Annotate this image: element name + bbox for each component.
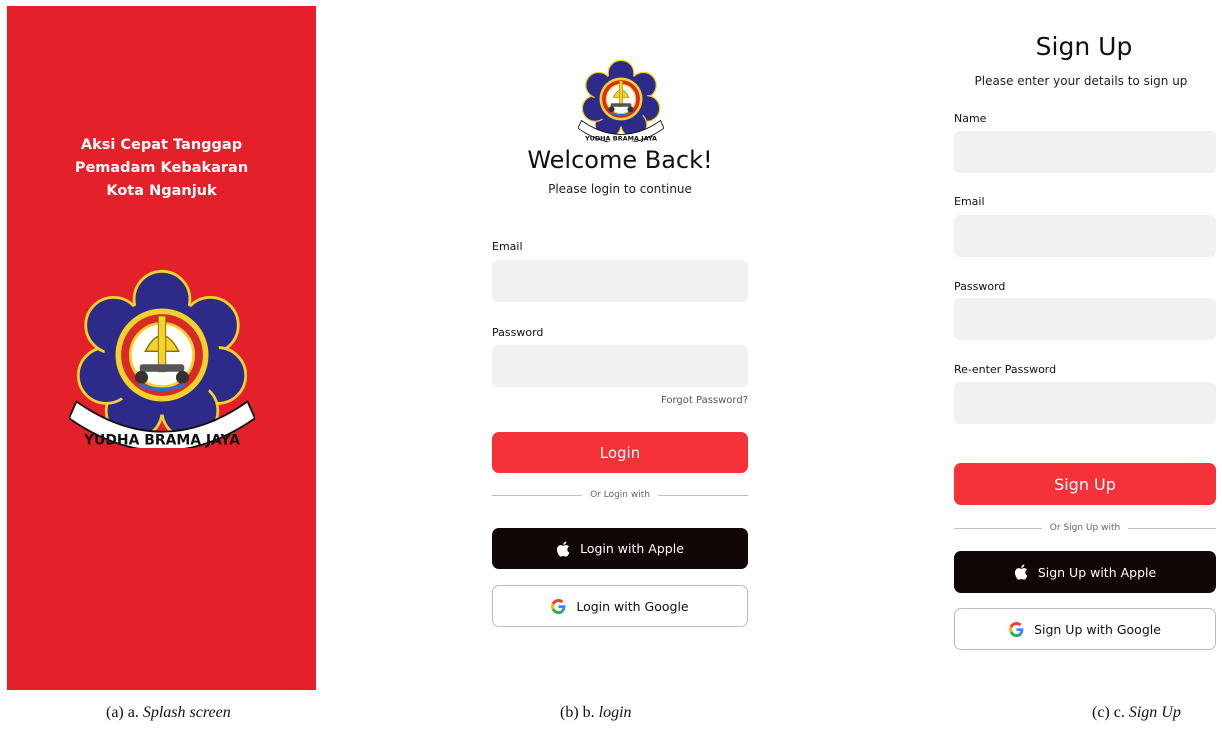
apple-icon	[1014, 564, 1028, 580]
reenter-password-label: Re-enter Password	[954, 363, 1057, 376]
caption-b-prefix: (b) b.	[560, 704, 595, 721]
apple-icon	[556, 540, 570, 557]
login-divider-text: Or Login with	[590, 490, 650, 500]
emblem-ribbon-text: YUDHA BRAMA JAYA	[584, 134, 657, 142]
signup-email-input[interactable]	[954, 215, 1216, 257]
login-divider: Or Login with	[492, 490, 749, 500]
login-google-label: Login with Google	[576, 598, 689, 614]
caption-b-name: login	[598, 704, 632, 721]
divider-line-left	[492, 494, 583, 496]
signup-divider: Or Sign Up with	[954, 523, 1216, 533]
signup-reenter-password-input[interactable]	[954, 382, 1216, 424]
splash-screen: Aksi Cepat Tanggap Pemadam Kebakaran Kot…	[7, 6, 316, 690]
caption-b: (b) b. login	[560, 704, 632, 722]
login-google-button[interactable]: Login with Google	[492, 585, 748, 627]
splash-title-line-2: Pemadam Kebakaran	[74, 160, 249, 176]
caption-c: (c) c. Sign Up	[1092, 704, 1181, 722]
login-apple-button[interactable]: Login with Apple	[492, 528, 748, 569]
google-icon	[551, 598, 566, 614]
signup-google-label: Sign Up with Google	[1034, 621, 1161, 637]
caption-a-prefix: (a) a.	[106, 704, 139, 721]
signup-apple-button[interactable]: Sign Up with Apple	[954, 551, 1216, 593]
login-apple-label: Login with Apple	[580, 541, 684, 556]
email-label: Email	[492, 240, 523, 253]
signup-subtitle: Please enter your details to sign up	[974, 74, 1188, 88]
signup-title: Sign Up	[1035, 32, 1133, 61]
google-icon	[1009, 621, 1024, 637]
name-label: Name	[954, 112, 987, 125]
login-password-input[interactable]	[492, 345, 748, 387]
caption-c-prefix: (c) c.	[1092, 704, 1125, 721]
caption-a: (a) a. Splash screen	[106, 704, 231, 722]
splash-title-line-1: Aksi Cepat Tanggap	[80, 137, 243, 153]
login-title: Welcome Back!	[527, 146, 713, 174]
emblem-ribbon-text: YUDHA BRAMA JAYA	[83, 432, 240, 448]
divider-line-right	[1128, 527, 1216, 529]
divider-line-right	[657, 494, 749, 496]
login-button[interactable]: Login	[492, 432, 748, 473]
splash-title-line-3: Kota Nganjuk	[106, 183, 217, 199]
signup-name-input[interactable]	[954, 131, 1216, 173]
fire-department-emblem-icon: YUDHA BRAMA JAYA	[69, 269, 255, 448]
signup-email-label: Email	[954, 195, 985, 208]
login-subtitle: Please login to continue	[548, 182, 692, 196]
fire-department-emblem-icon: YUDHA BRAMA JAYA	[578, 59, 664, 142]
caption-a-name: Splash screen	[142, 704, 231, 721]
forgot-password-link[interactable]: Forgot Password?	[600, 395, 748, 406]
signup-password-label: Password	[954, 280, 1006, 293]
signup-google-button[interactable]: Sign Up with Google	[954, 608, 1216, 650]
caption-c-name: Sign Up	[1128, 704, 1181, 721]
splash-title: Aksi Cepat Tanggap Pemadam Kebakaran Kot…	[7, 134, 316, 203]
signup-apple-label: Sign Up with Apple	[1037, 564, 1157, 580]
divider-line-left	[954, 527, 1042, 529]
signup-button[interactable]: Sign Up	[954, 463, 1216, 505]
login-email-input[interactable]	[492, 260, 748, 302]
password-label: Password	[492, 326, 544, 339]
signup-password-input[interactable]	[954, 298, 1216, 340]
signup-divider-text: Or Sign Up with	[1049, 523, 1121, 533]
